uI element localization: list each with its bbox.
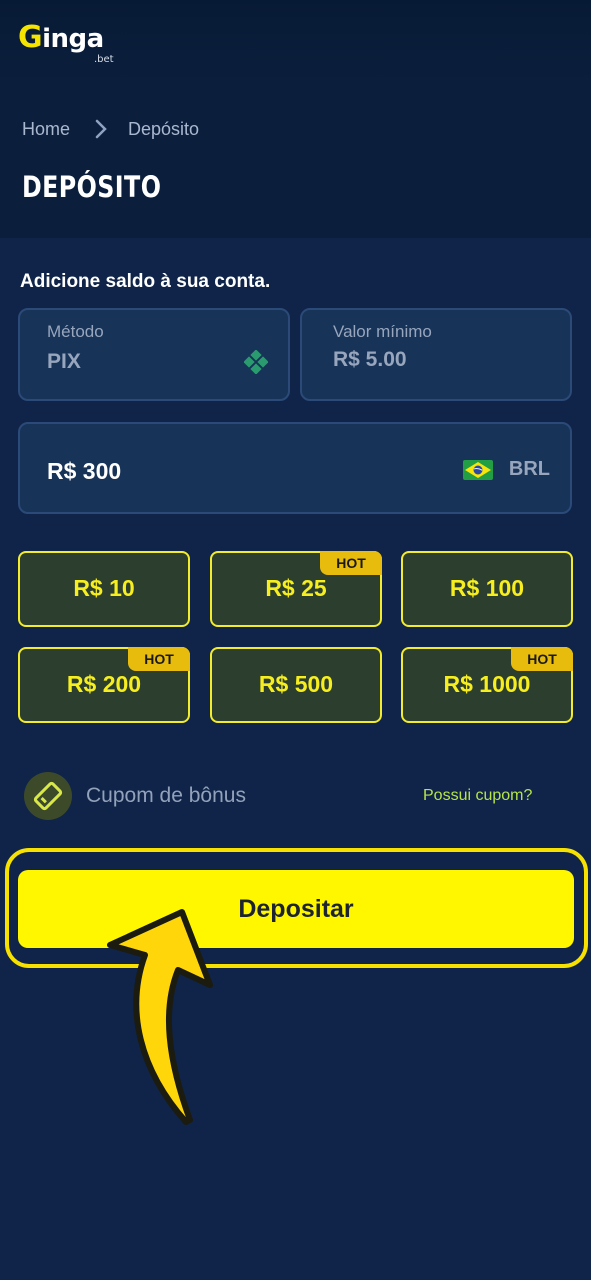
breadcrumb-current: Depósito <box>128 118 200 139</box>
preset-500-button[interactable]: R$ 500 <box>210 647 382 723</box>
method-label: Método <box>47 322 104 341</box>
page-title: DEPÓSITO <box>22 170 162 204</box>
page-header <box>0 84 591 238</box>
breadcrumb-home[interactable]: Home <box>22 119 70 140</box>
hot-badge: HOT <box>128 647 190 671</box>
top-bar: Ginga .bet <box>0 0 591 84</box>
breadcrumb: Home Depósito <box>22 118 199 140</box>
brazil-flag-icon <box>462 459 493 480</box>
preset-label: R$ 200 <box>66 671 142 697</box>
coupon-label: Cupom de bônus <box>86 784 246 807</box>
chevron-right-icon <box>95 119 107 139</box>
currency-display: BRL <box>462 458 550 481</box>
preset-label: R$ 100 <box>449 575 525 601</box>
pointer-arrow-icon <box>107 909 213 1125</box>
preset-1000-button[interactable]: HOT R$ 1000 <box>401 647 573 723</box>
logo-text: Ginga <box>18 20 104 55</box>
pix-icon <box>244 350 268 374</box>
hot-badge: HOT <box>320 551 382 575</box>
ticket-icon <box>24 772 72 820</box>
preset-label: R$ 10 <box>73 575 135 601</box>
page-subtitle: Adicione saldo à sua conta. <box>20 271 271 292</box>
preset-100-button[interactable]: R$ 100 <box>401 551 573 627</box>
preset-label: R$ 25 <box>265 575 327 601</box>
logo[interactable]: Ginga .bet <box>18 20 128 68</box>
amount-value: R$ 300 <box>47 458 122 484</box>
preset-label: R$ 1000 <box>443 671 531 697</box>
minimum-field: Valor mínimo R$ 5.00 <box>300 308 572 401</box>
hot-badge: HOT <box>511 647 573 671</box>
preset-200-button[interactable]: HOT R$ 200 <box>18 647 190 723</box>
preset-25-button[interactable]: HOT R$ 25 <box>210 551 382 627</box>
preset-label: R$ 500 <box>258 671 334 697</box>
logo-rest: inga <box>42 24 104 54</box>
currency-code: BRL <box>508 458 550 480</box>
method-field[interactable]: Método PIX <box>18 308 290 401</box>
amount-input[interactable]: R$ 300 BRL <box>18 422 572 514</box>
logo-sub: .bet <box>94 54 114 65</box>
minimum-value: R$ 5.00 <box>333 348 407 371</box>
coupon-link[interactable]: Possui cupom? <box>423 787 532 805</box>
minimum-label: Valor mínimo <box>333 322 432 341</box>
preset-10-button[interactable]: R$ 10 <box>18 551 190 627</box>
method-value: PIX <box>47 350 81 373</box>
